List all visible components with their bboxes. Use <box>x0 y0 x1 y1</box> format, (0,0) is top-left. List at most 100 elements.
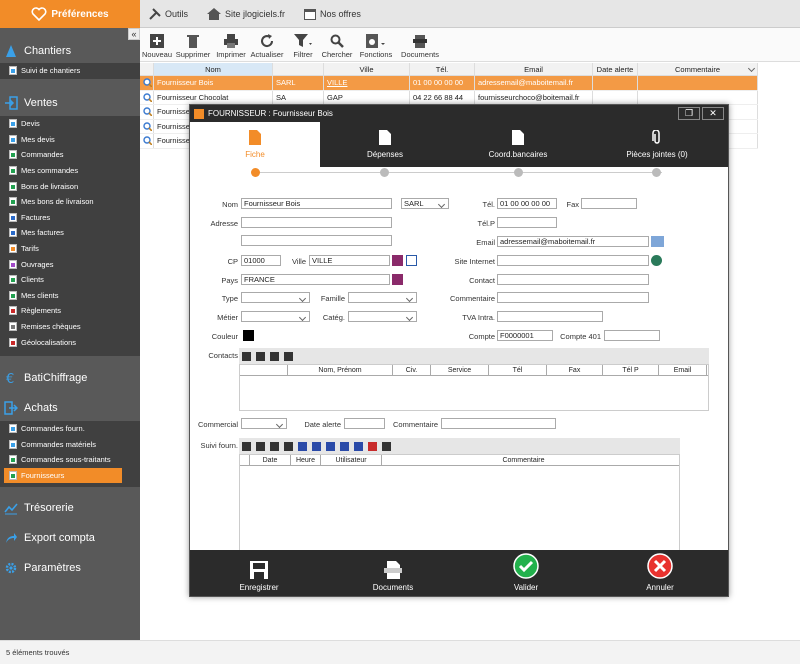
send-email-icon[interactable] <box>651 236 664 247</box>
header-commentaire[interactable]: Commentaire <box>638 63 758 75</box>
type-select[interactable] <box>241 292 310 303</box>
export-note-icon[interactable] <box>284 441 293 451</box>
commentaire-suivi-field[interactable] <box>441 418 556 429</box>
nouveau-button[interactable]: Nouveau <box>142 28 172 62</box>
section-chantiers[interactable]: Chantiers <box>0 42 140 60</box>
italic-icon[interactable] <box>312 441 321 451</box>
font-size-icon[interactable] <box>340 441 349 451</box>
align-icon[interactable] <box>354 441 363 451</box>
sidebar-item[interactable]: Mes factures <box>0 225 140 241</box>
pays-field[interactable]: FRANCE <box>241 274 390 285</box>
tva-field[interactable] <box>497 311 603 322</box>
fonctions-button[interactable]: Fonctions <box>356 28 396 62</box>
fax-field[interactable] <box>581 198 637 209</box>
section-batichiffrage[interactable]: € BatiChiffrage <box>0 368 140 388</box>
delete-contact-icon[interactable] <box>256 351 265 361</box>
add-note-icon[interactable] <box>242 441 251 451</box>
book-icon[interactable] <box>392 255 403 266</box>
color-swatch[interactable] <box>243 330 254 341</box>
section-tresorerie[interactable]: Trésorerie <box>0 499 140 517</box>
tel-field[interactable]: 01 00 00 00 00 <box>497 198 557 209</box>
compte-field[interactable]: F0000001 <box>497 330 553 341</box>
section-parametres[interactable]: Paramètres <box>0 559 140 577</box>
tab-coord-bancaires[interactable]: Coord.bancaires <box>450 122 586 167</box>
export-contact-icon[interactable] <box>284 351 293 361</box>
section-export-compta[interactable]: Export compta <box>0 529 140 547</box>
filtrer-button[interactable]: Filtrer <box>288 28 318 62</box>
sidebar-item[interactable]: Mes devis <box>0 132 140 148</box>
sidebar-item[interactable]: Commandes matériels <box>0 437 140 453</box>
close-button[interactable]: ✕ <box>702 107 724 120</box>
print-contact-icon[interactable] <box>270 351 279 361</box>
sidebar-item[interactable]: Devis <box>0 116 140 132</box>
sidebar-item[interactable]: Géolocalisations <box>0 334 140 350</box>
categ-select[interactable] <box>348 311 417 322</box>
email-field[interactable]: adressemail@maboitemail.fr <box>497 236 649 247</box>
section-ventes[interactable]: Ventes <box>0 94 140 112</box>
collapse-sidebar-button[interactable]: « <box>128 28 140 40</box>
sidebar-item[interactable]: Factures <box>0 210 140 226</box>
tab-fiche[interactable]: Fiche <box>190 122 320 167</box>
sidebar-item[interactable]: Ouvrages <box>0 256 140 272</box>
adresse-field-2[interactable] <box>241 235 392 246</box>
sidebar-item[interactable]: Commandes sous-traitants <box>0 452 140 468</box>
outils-button[interactable]: Outils <box>148 7 188 21</box>
metier-select[interactable] <box>241 311 310 322</box>
commentaire-field[interactable] <box>497 292 649 303</box>
valider-button[interactable]: Valider <box>493 550 559 596</box>
sidebar-item[interactable]: Remises chèques <box>0 319 140 335</box>
bold-icon[interactable] <box>298 441 307 451</box>
sidebar-item[interactable]: Commandes fourn. <box>0 421 140 437</box>
imprimer-button[interactable]: Imprimer <box>216 28 246 62</box>
header-date-alerte[interactable]: Date alerte <box>593 63 638 75</box>
enregistrer-button[interactable]: Enregistrer <box>226 550 292 596</box>
documents-footer-button[interactable]: Documents <box>360 550 426 596</box>
famille-select[interactable] <box>348 292 417 303</box>
sidebar-item[interactable]: Règlements <box>0 303 140 319</box>
actualiser-button[interactable]: Actualiser <box>250 28 284 62</box>
preferences-button[interactable]: Préférences <box>0 0 140 28</box>
ville-field[interactable]: VILLE <box>309 255 390 266</box>
print-note-icon[interactable] <box>270 441 279 451</box>
compte401-field[interactable] <box>604 330 660 341</box>
header-forme[interactable] <box>273 63 324 75</box>
insert-icon[interactable] <box>382 441 391 451</box>
sidebar-item[interactable]: Bons de livraison <box>0 178 140 194</box>
add-contact-icon[interactable] <box>242 351 251 361</box>
sidebar-item[interactable]: Clients <box>0 272 140 288</box>
site-field[interactable] <box>497 255 649 266</box>
forme-select[interactable]: SARL <box>401 198 449 209</box>
restore-button[interactable]: ❐ <box>678 107 700 120</box>
supprimer-button[interactable]: Supprimer <box>174 28 212 62</box>
strikethrough-icon[interactable] <box>326 441 335 451</box>
header-nom[interactable]: Nom <box>154 63 273 75</box>
sidebar-item[interactable]: Mes commandes <box>0 163 140 179</box>
annuler-button[interactable]: Annuler <box>627 550 693 596</box>
globe-icon[interactable] <box>651 255 662 266</box>
sidebar-item[interactable]: Commandes <box>0 147 140 163</box>
table-row[interactable]: Fournisseur Bois SARL VILLE 01 00 00 00 00 a… <box>140 76 758 91</box>
sidebar-item[interactable]: Mes bons de livraison <box>0 194 140 210</box>
sidebar-item[interactable]: Mes clients <box>0 288 140 304</box>
documents-button[interactable]: Documents <box>400 28 440 62</box>
nom-field[interactable]: Fournisseur Bois <box>241 198 392 209</box>
header-email[interactable]: Email <box>475 63 593 75</box>
chercher-button[interactable]: Chercher <box>320 28 354 62</box>
header-ville[interactable]: Ville <box>324 63 410 75</box>
sidebar-item[interactable]: Tarifs <box>0 241 140 257</box>
table-row[interactable]: Fournisseur Chocolat SA GAP 04 22 66 88 44 f… <box>140 90 758 105</box>
binoculars-icon[interactable] <box>406 255 417 266</box>
tab-pieces-jointes[interactable]: Pièces jointes (0) <box>586 122 728 167</box>
text-color-icon[interactable] <box>368 441 377 451</box>
offres-link[interactable]: Nos offres <box>303 7 361 21</box>
telp-field[interactable] <box>497 217 557 228</box>
sidebar-item[interactable]: Suivi de chantiers <box>0 63 140 79</box>
section-achats[interactable]: Achats <box>0 399 140 417</box>
cp-field[interactable]: 01000 <box>241 255 281 266</box>
contact-field[interactable] <box>497 274 649 285</box>
header-tel[interactable]: Tél. <box>410 63 475 75</box>
adresse-field-1[interactable] <box>241 217 392 228</box>
date-alerte-field[interactable] <box>344 418 385 429</box>
commercial-select[interactable] <box>241 418 287 429</box>
tab-depenses[interactable]: Dépenses <box>320 122 450 167</box>
